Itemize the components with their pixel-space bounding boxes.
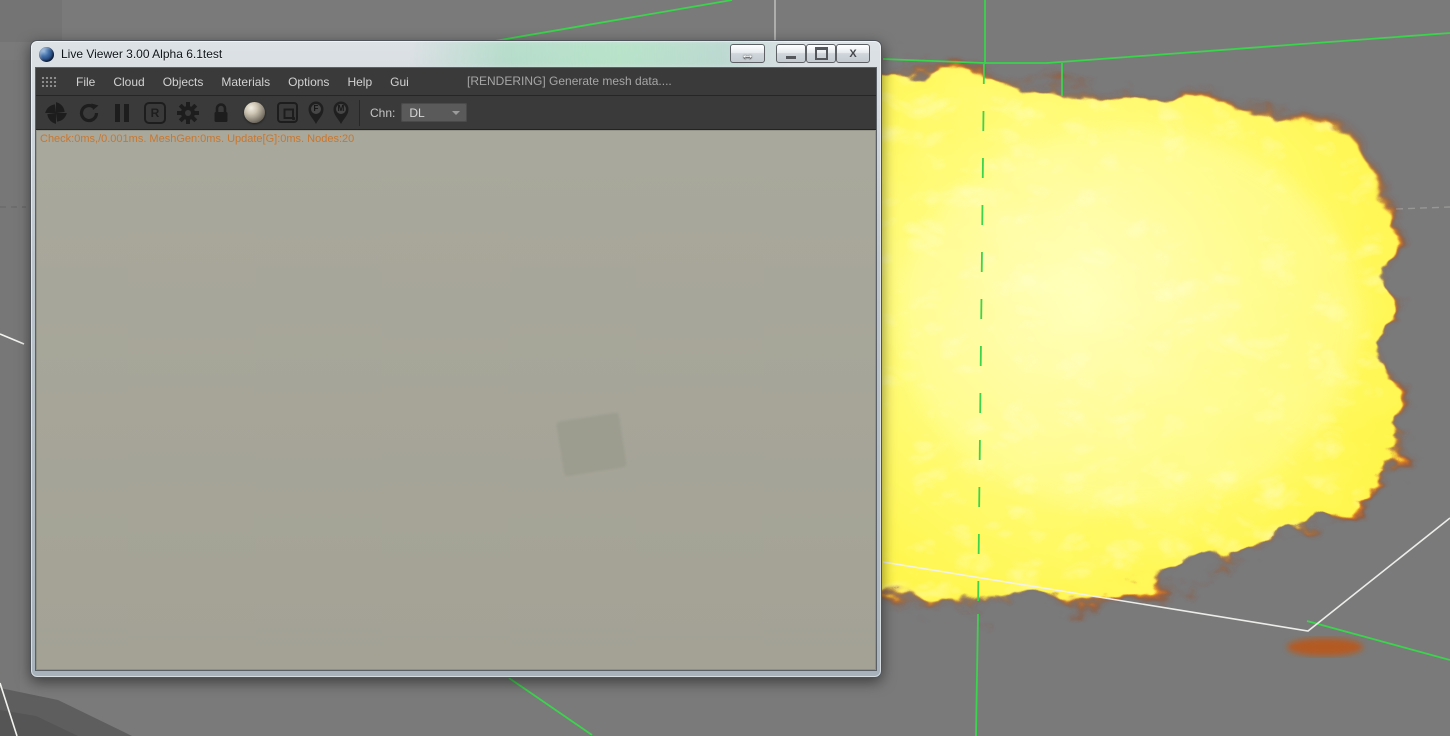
channel-value: DL [409,105,425,120]
refresh-icon [79,103,99,122]
render-viewport[interactable]: Check:0ms,/0.001ms. MeshGen:0ms. Update[… [36,130,876,670]
render-ball-icon [243,102,265,123]
pick-region-button[interactable] [272,99,302,127]
pause-icon [115,103,129,122]
menu-grip-handle[interactable] [41,76,58,87]
render-status-text: [RENDERING] Generate mesh data.... [467,74,672,88]
live-viewer-window: Live Viewer 3.00 Alpha 6.1test ↔ X File … [30,40,882,678]
resize-arrows-button[interactable]: ↔ [730,44,765,63]
reset-letter: R [150,105,160,120]
maximize-icon [814,47,828,60]
menu-objects[interactable]: Objects [154,70,213,94]
octane-app-icon [39,46,54,62]
fire-ember-blob [1287,638,1363,656]
channel-label: Chn: [370,105,396,120]
lock-icon [214,102,228,122]
render-stats-text: Check:0ms,/0.001ms. MeshGen:0ms. Update[… [40,133,355,145]
chevron-down-icon [452,111,461,115]
pinwheel-icon [45,101,67,124]
minimize-icon [786,56,796,59]
close-button[interactable]: X [836,44,870,63]
render-ball-button[interactable] [239,99,269,127]
gear-icon [177,101,199,124]
pick-region-icon [276,102,298,123]
reset-icon: R [144,101,166,124]
toolbar-separator [359,99,360,126]
desktop-3d-viewport: { "window": { "title": "Live Viewer 3.00… [0,0,1450,736]
window-title: Live Viewer 3.00 Alpha 6.1test [61,47,223,61]
close-icon: X [849,47,857,60]
lock-resolution-button[interactable] [206,99,236,127]
maximize-button[interactable] [806,44,836,63]
menu-file[interactable]: File [67,70,104,94]
mesh-preview-quad [556,412,627,477]
window-content: File Cloud Objects Materials Options Hel… [35,67,877,671]
menu-cloud[interactable]: Cloud [104,70,153,94]
channel-dropdown[interactable]: DL [401,103,468,122]
menu-gui[interactable]: Gui [381,70,418,94]
menu-bar: File Cloud Objects Materials Options Hel… [36,68,876,96]
material-pin-letter: M [337,104,345,113]
focus-pin-letter: F [313,104,319,113]
reset-render-button[interactable]: R [140,99,170,127]
octane-start-button[interactable] [41,99,71,127]
menu-help[interactable]: Help [338,70,381,94]
material-picker-button[interactable]: M [330,100,352,125]
restart-render-button[interactable] [74,99,104,127]
render-settings-button[interactable] [173,99,203,127]
pause-render-button[interactable] [107,99,137,127]
menu-options[interactable]: Options [279,70,338,94]
menu-materials[interactable]: Materials [212,70,279,94]
minimize-button[interactable] [776,44,806,63]
resize-arrows-icon: ↔ [740,45,755,62]
toolbar: R F M Chn: DL [36,96,876,130]
focus-picker-button[interactable]: F [305,100,327,125]
